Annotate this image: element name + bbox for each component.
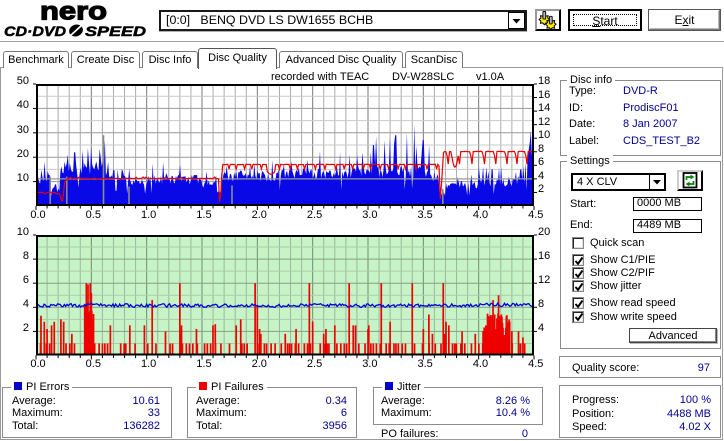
svg-text:nero: nero	[40, 0, 107, 21]
svg-text:SPEED: SPEED	[85, 24, 146, 38]
svg-text:CD·DVD: CD·DVD	[4, 24, 66, 38]
